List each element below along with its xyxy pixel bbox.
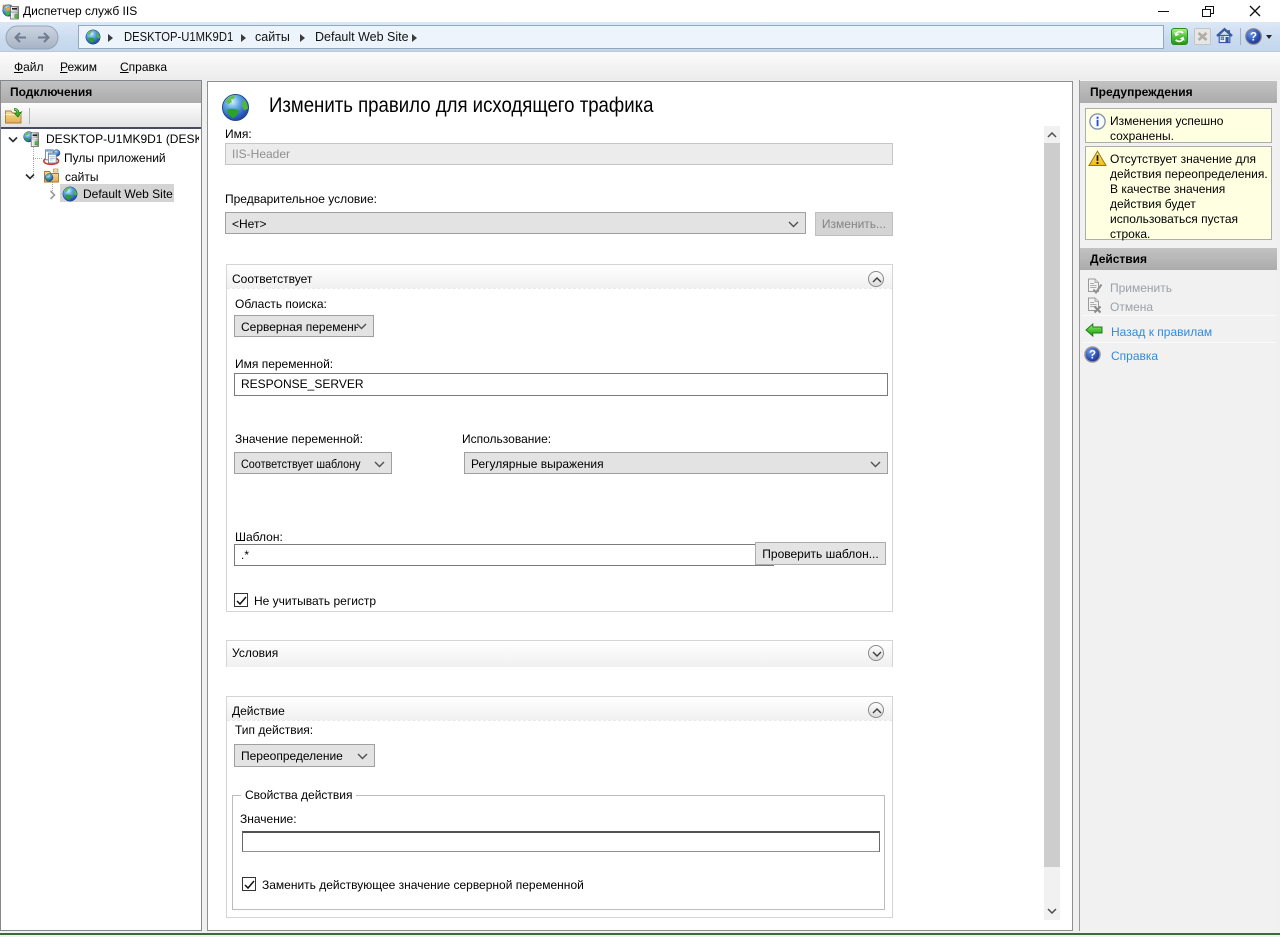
svg-text:?: ? — [1250, 32, 1257, 44]
svg-text:?: ? — [1089, 350, 1096, 362]
